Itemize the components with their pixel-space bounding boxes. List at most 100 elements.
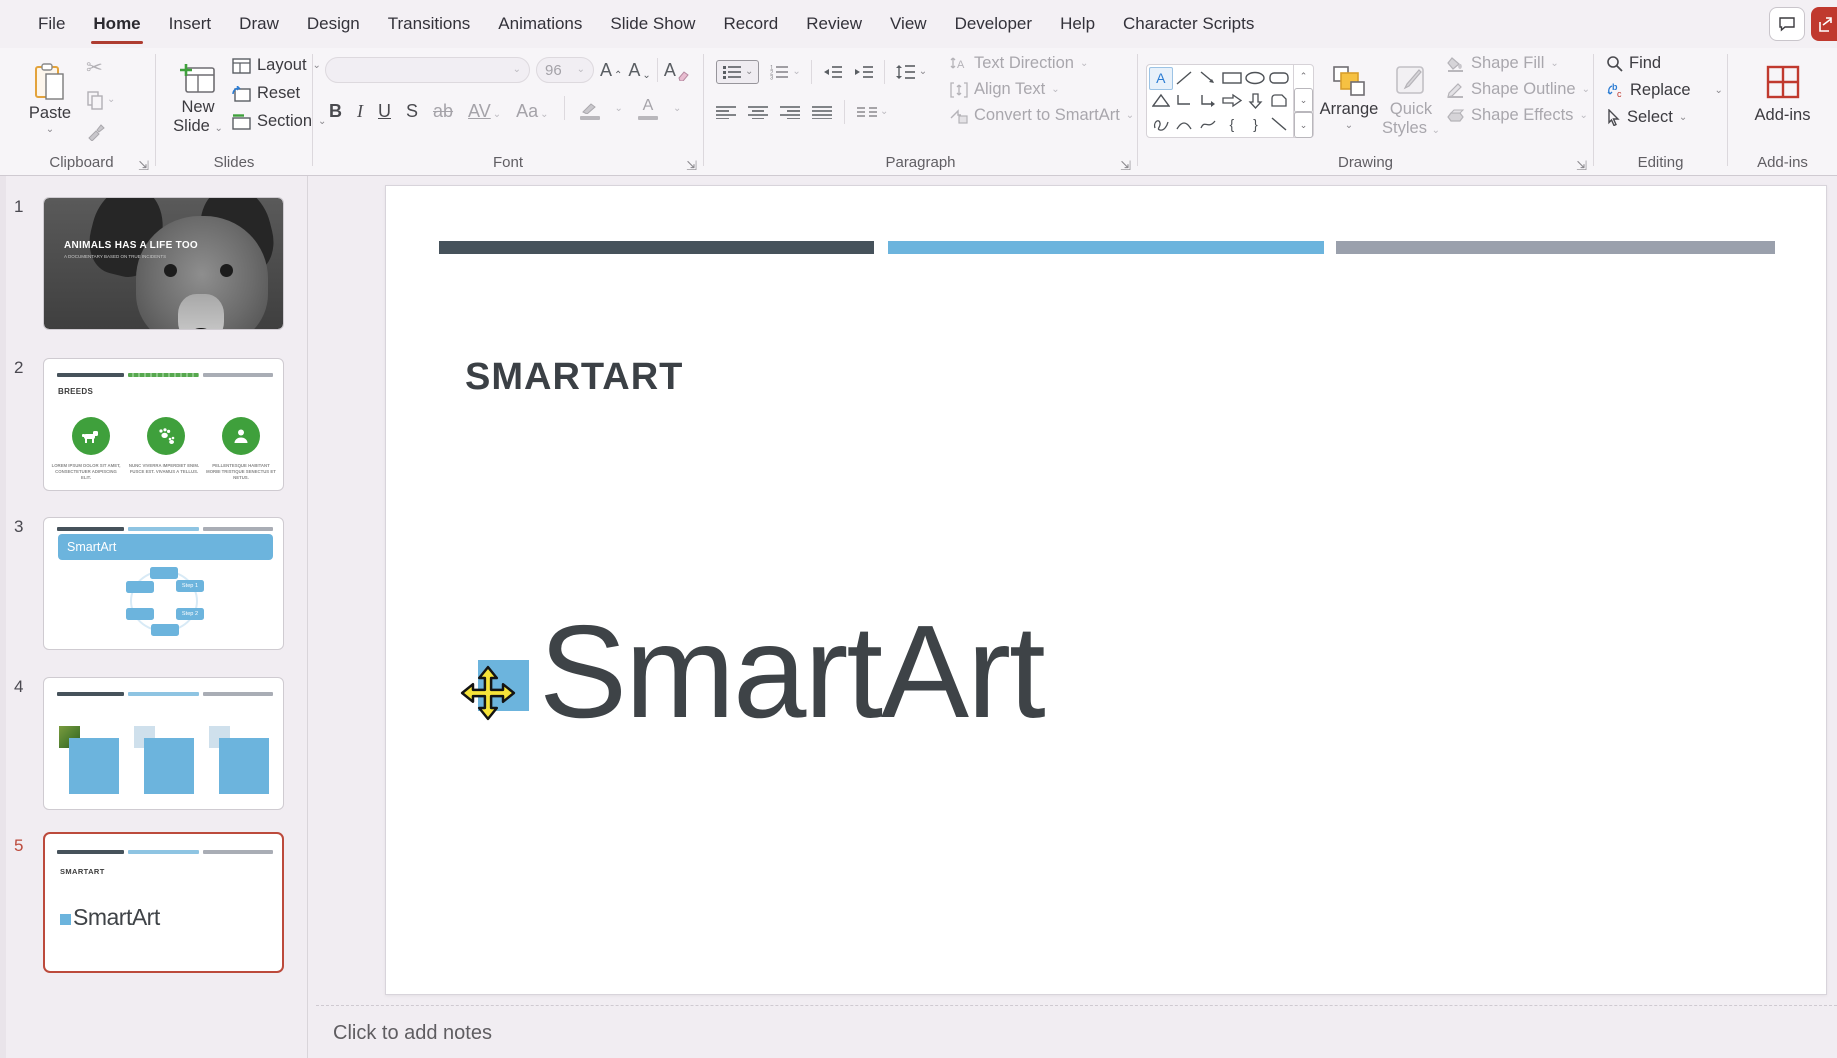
comments-button[interactable] bbox=[1769, 7, 1805, 41]
clear-formatting-button[interactable]: A bbox=[664, 60, 689, 81]
right-arrow-shape-icon[interactable] bbox=[1220, 90, 1244, 113]
arrange-button[interactable]: Arrange ⌄ bbox=[1318, 56, 1380, 156]
font-name-combobox[interactable]: ⌄ bbox=[325, 57, 530, 83]
addins-button[interactable]: Add-ins bbox=[1728, 56, 1837, 156]
slide-title-text[interactable]: SMARTART bbox=[465, 356, 683, 399]
rectangle-shape-icon[interactable] bbox=[1220, 67, 1244, 90]
replace-button[interactable]: bc Replace ⌄ bbox=[1606, 81, 1723, 100]
notes-pane[interactable]: Click to add notes bbox=[316, 1005, 1837, 1058]
quick-styles-button[interactable]: QuickStyles ⌄ bbox=[1380, 56, 1442, 156]
slide-bar-blue[interactable] bbox=[888, 241, 1324, 254]
change-case-button[interactable]: Aa⌄ bbox=[516, 102, 548, 120]
align-right-button[interactable] bbox=[780, 105, 800, 119]
menu-design[interactable]: Design bbox=[293, 0, 374, 48]
curve-shape-icon[interactable] bbox=[1196, 112, 1220, 135]
present-share-button[interactable] bbox=[1811, 7, 1837, 41]
arc-shape-icon[interactable] bbox=[1173, 112, 1197, 135]
triangle-shape-icon[interactable] bbox=[1149, 90, 1173, 113]
menu-transitions[interactable]: Transitions bbox=[374, 0, 485, 48]
grow-font-button[interactable]: A⌃ bbox=[600, 60, 622, 81]
shape-fill-button[interactable]: Shape Fill ⌄ bbox=[1446, 54, 1590, 73]
font-color-button[interactable]: A bbox=[638, 98, 658, 120]
right-brace-shape-icon[interactable]: } bbox=[1244, 112, 1268, 135]
format-painter-button[interactable] bbox=[86, 122, 105, 141]
text-shadow-button[interactable]: S bbox=[406, 102, 418, 120]
menu-developer[interactable]: Developer bbox=[941, 0, 1047, 48]
menu-help[interactable]: Help bbox=[1046, 0, 1109, 48]
slide-thumbnail-5-selected[interactable]: SMARTART SmartArt bbox=[43, 832, 284, 973]
thumbnail-scrollbar[interactable] bbox=[0, 176, 6, 1058]
notes-placeholder[interactable]: Click to add notes bbox=[333, 1022, 492, 1045]
slide-thumbnail-2[interactable]: BREEDS LOREM IPSUM DOLOR SIT AMET, CONSE… bbox=[43, 358, 284, 491]
clipboard-group-label: Clipboard bbox=[49, 154, 113, 171]
convert-to-smartart-button[interactable]: Convert to SmartArt ⌄ bbox=[950, 106, 1134, 125]
shape-outline-button[interactable]: Shape Outline ⌄ bbox=[1446, 80, 1590, 99]
strikethrough-button[interactable]: ab bbox=[433, 102, 453, 120]
italic-button[interactable]: I bbox=[357, 102, 363, 120]
menu-record[interactable]: Record bbox=[709, 0, 792, 48]
bold-button[interactable]: B bbox=[329, 102, 342, 120]
line-shape-icon[interactable] bbox=[1173, 67, 1197, 90]
slide-editor-area: SMARTART SmartArt Click to add notes bbox=[308, 176, 1837, 1058]
diagonal-line-shape-icon[interactable] bbox=[1267, 112, 1291, 135]
slide-canvas[interactable]: SMARTART SmartArt bbox=[385, 185, 1827, 995]
left-brace-shape-icon[interactable]: { bbox=[1220, 112, 1244, 135]
decrease-indent-button[interactable] bbox=[822, 65, 843, 79]
justify-button[interactable] bbox=[812, 105, 832, 119]
underline-button[interactable]: U bbox=[378, 102, 391, 120]
menu-slide-show[interactable]: Slide Show bbox=[596, 0, 709, 48]
select-button[interactable]: Select ⌄ bbox=[1606, 108, 1723, 127]
columns-button[interactable]: ⌄ bbox=[857, 106, 888, 118]
font-dialog-launcher[interactable]: ⇲ bbox=[686, 159, 697, 172]
shrink-font-button[interactable]: A⌄ bbox=[628, 60, 650, 81]
text-direction-button[interactable]: A Text Direction ⌄ bbox=[950, 54, 1134, 73]
elbow-arrow-connector-shape-icon[interactable] bbox=[1196, 90, 1220, 113]
numbering-button[interactable]: 123 ⌄ bbox=[769, 64, 800, 80]
rounded-rectangle-shape-icon[interactable] bbox=[1267, 67, 1291, 90]
menu-insert[interactable]: Insert bbox=[155, 0, 226, 48]
down-arrow-shape-icon[interactable] bbox=[1244, 90, 1268, 113]
highlight-color-button[interactable] bbox=[580, 102, 600, 120]
gallery-scroll-down-button[interactable]: ⌄ bbox=[1294, 88, 1313, 114]
oval-shape-icon[interactable] bbox=[1244, 67, 1268, 90]
text-box-shape-icon[interactable]: A bbox=[1149, 67, 1173, 90]
clipboard-dialog-launcher[interactable]: ⇲ bbox=[138, 159, 149, 172]
paragraph-dialog-launcher[interactable]: ⇲ bbox=[1120, 159, 1131, 172]
menu-file[interactable]: File bbox=[24, 0, 79, 48]
snip-corner-shape-icon[interactable] bbox=[1267, 90, 1291, 113]
slide-thumbnail-4[interactable] bbox=[43, 677, 284, 810]
elbow-connector-shape-icon[interactable] bbox=[1173, 90, 1197, 113]
paste-button[interactable]: Paste ⌄ bbox=[22, 54, 78, 154]
menu-home[interactable]: Home bbox=[79, 0, 154, 48]
menu-animations[interactable]: Animations bbox=[484, 0, 596, 48]
font-size-combobox[interactable]: 96 ⌄ bbox=[536, 57, 594, 83]
copy-button[interactable]: ⌄ bbox=[86, 90, 115, 110]
character-spacing-button[interactable]: AV⌄ bbox=[468, 102, 501, 120]
menu-character-scripts[interactable]: Character Scripts bbox=[1109, 0, 1268, 48]
menu-review[interactable]: Review bbox=[792, 0, 876, 48]
align-text-button[interactable]: Align Text ⌄ bbox=[950, 80, 1134, 99]
scribble-shape-icon[interactable] bbox=[1149, 112, 1173, 135]
arrow-shape-icon[interactable] bbox=[1196, 67, 1220, 90]
drawing-dialog-launcher[interactable]: ⇲ bbox=[1576, 159, 1587, 172]
bullets-button[interactable]: ⌄ bbox=[716, 60, 759, 84]
gallery-more-button[interactable]: ⌄ bbox=[1294, 111, 1313, 138]
align-center-button[interactable] bbox=[748, 105, 768, 119]
menu-view[interactable]: View bbox=[876, 0, 941, 48]
new-slide-button[interactable]: New Slide ⌄ bbox=[166, 54, 230, 154]
align-left-button[interactable] bbox=[716, 105, 736, 119]
slide-body-text[interactable]: SmartArt bbox=[539, 598, 1044, 746]
gallery-scroll-up-button[interactable]: ⌃ bbox=[1294, 65, 1313, 89]
slide-bar-dark[interactable] bbox=[439, 241, 874, 254]
menu-draw[interactable]: Draw bbox=[225, 0, 293, 48]
line-spacing-button[interactable]: ⌄ bbox=[895, 64, 927, 80]
slide-bar-gray[interactable] bbox=[1336, 241, 1775, 254]
person-icon bbox=[222, 417, 260, 455]
cut-button[interactable]: ✂ bbox=[86, 58, 103, 78]
arrange-label: Arrange bbox=[1320, 100, 1379, 119]
shape-effects-button[interactable]: Shape Effects ⌄ bbox=[1446, 106, 1590, 125]
find-button[interactable]: Find bbox=[1606, 54, 1723, 73]
slide-thumbnail-1[interactable]: ANIMALS HAS A LIFE TOO A DOCUMENTARY BAS… bbox=[43, 197, 284, 330]
increase-indent-button[interactable] bbox=[853, 65, 874, 79]
slide-thumbnail-3[interactable]: SmartArt Step 1 Step 2 bbox=[43, 517, 284, 650]
